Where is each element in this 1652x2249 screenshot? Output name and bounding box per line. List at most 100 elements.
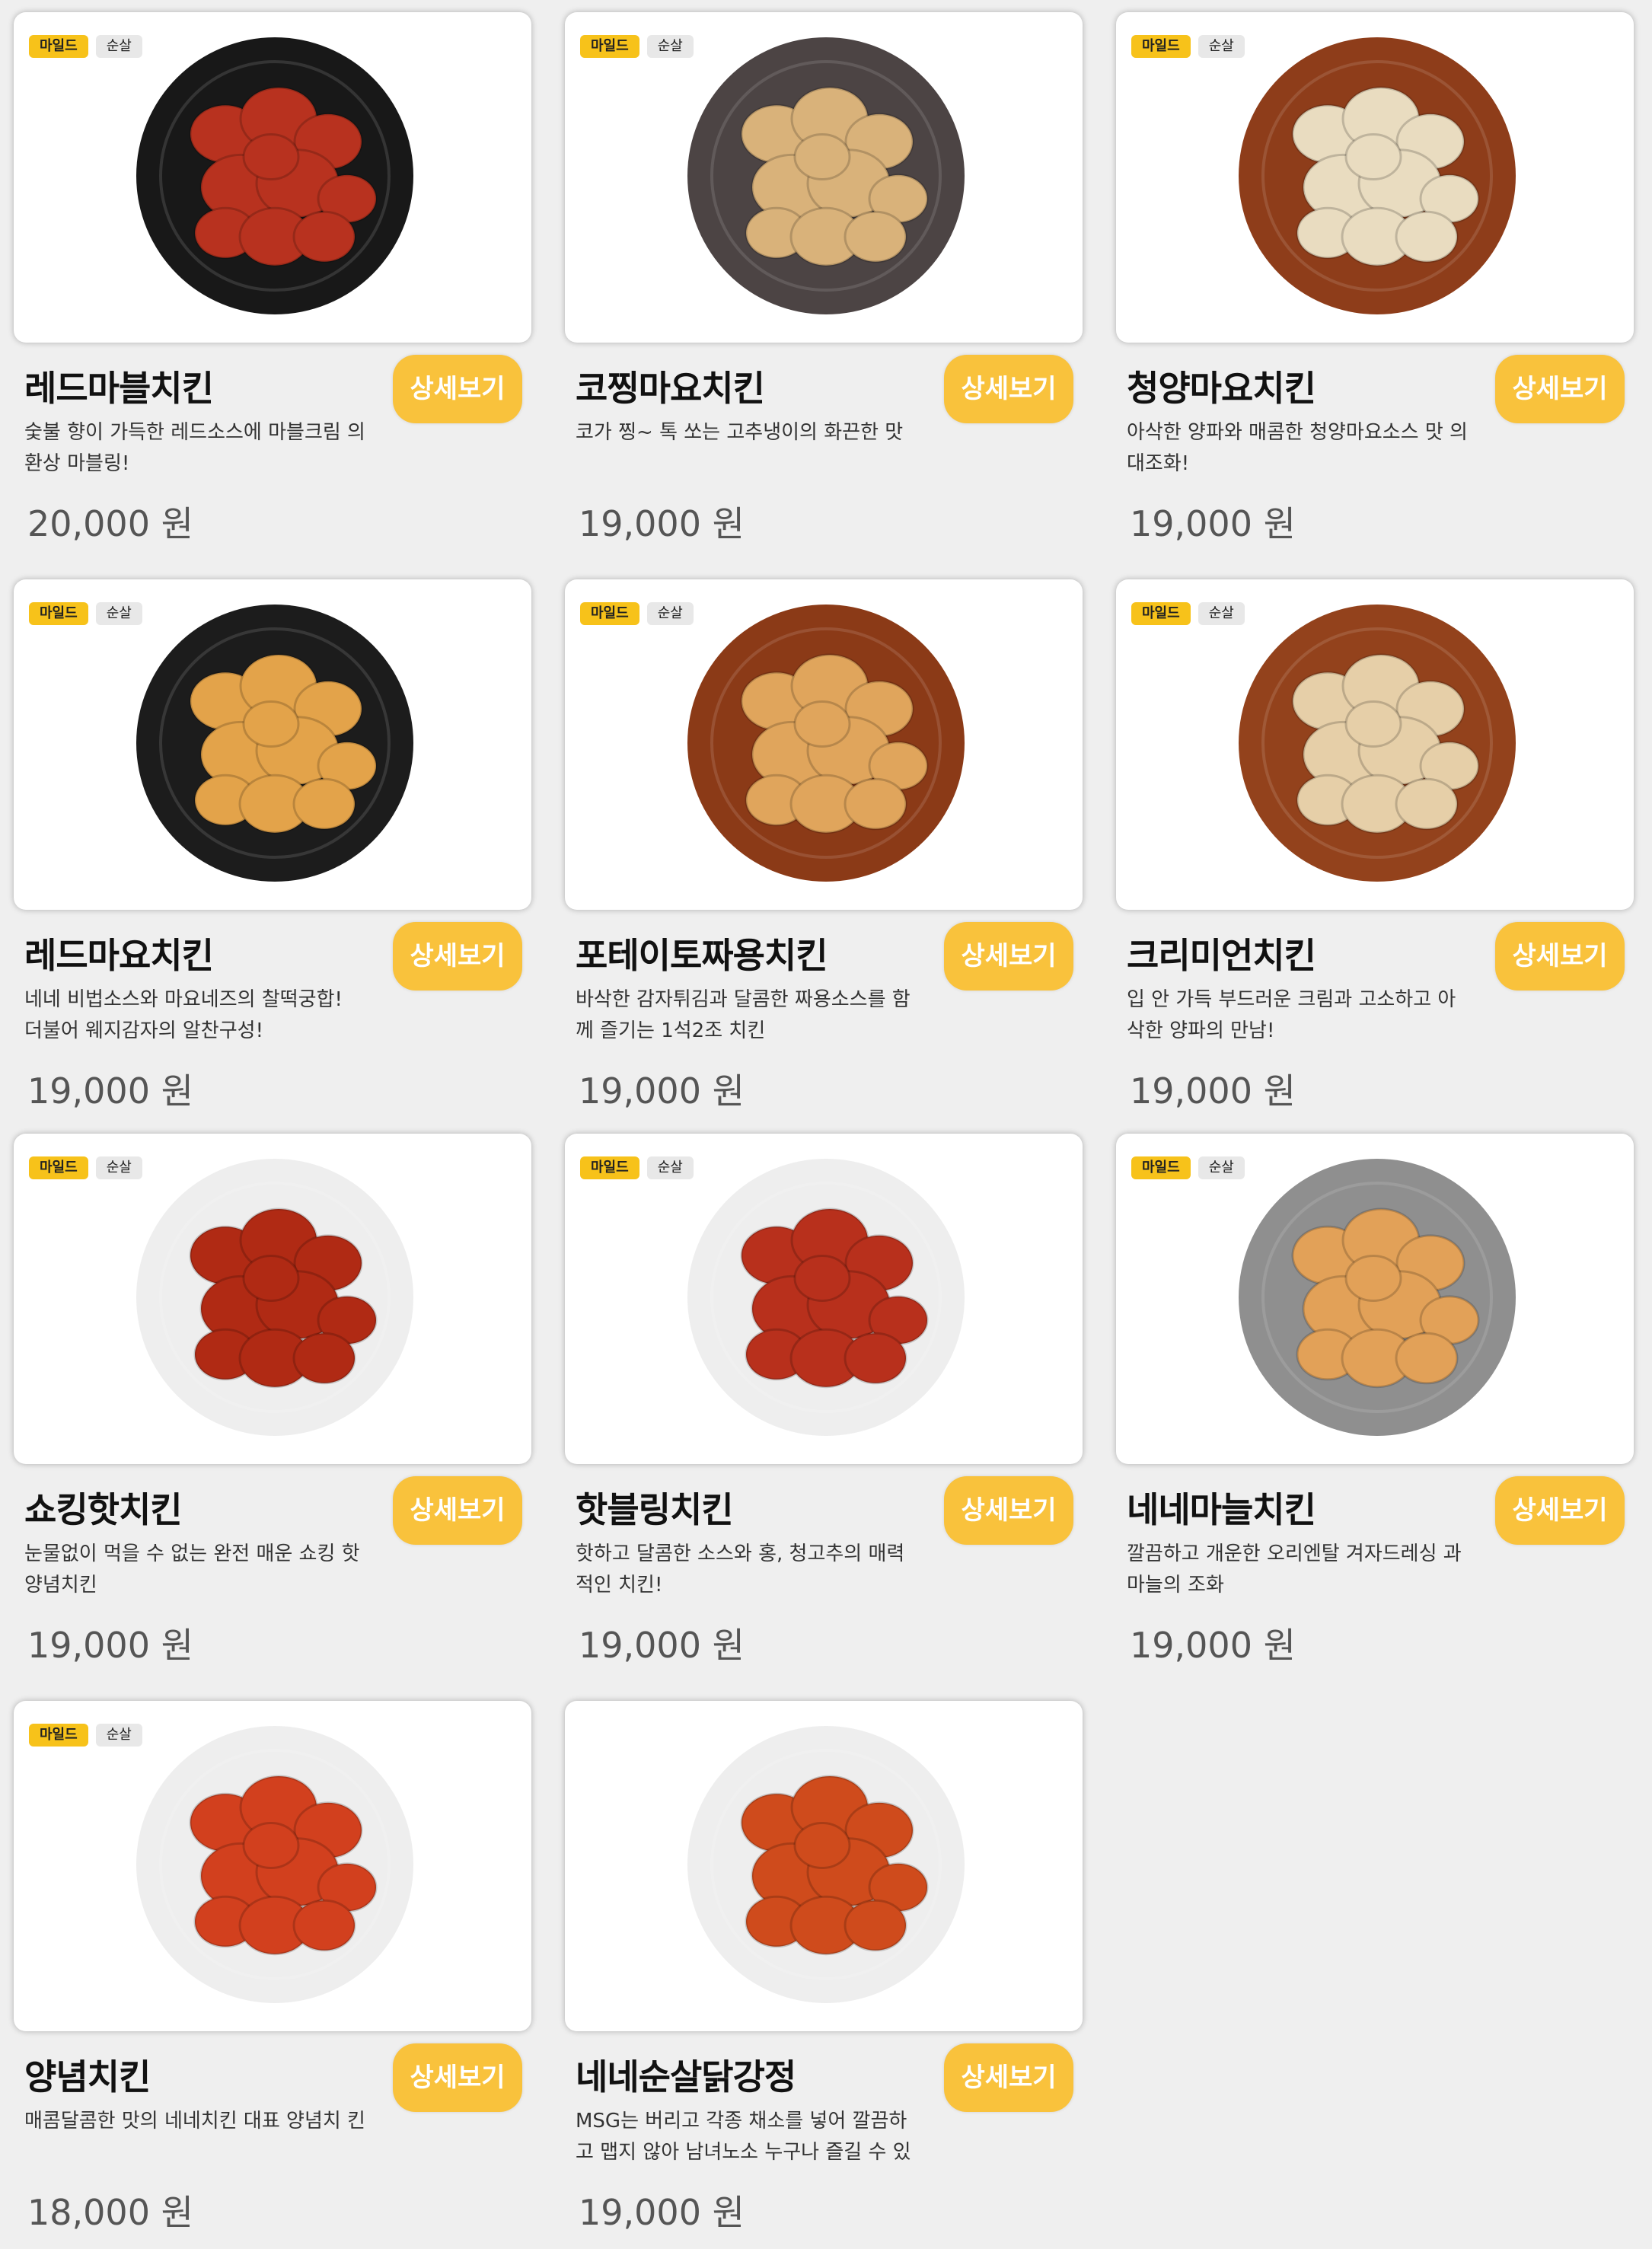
tag-list: 마일드 순살 <box>29 602 142 625</box>
tag-list: 마일드 순살 <box>29 1724 142 1747</box>
chicken-plate-image <box>687 37 965 314</box>
detail-button[interactable]: 상세보기 <box>1495 355 1625 423</box>
product-name: 쇼킹핫치킨 <box>24 1489 183 1530</box>
product-image[interactable]: 마일드 순살 <box>1116 1134 1634 1464</box>
product-name: 청양마요치킨 <box>1127 368 1316 409</box>
product-image[interactable]: 마일드 순살 <box>1116 12 1634 343</box>
chicken-piece <box>242 132 300 181</box>
chicken-piece <box>1395 777 1459 831</box>
chicken-piece <box>793 1254 851 1303</box>
product-image[interactable]: 마일드 순살 <box>565 12 1083 343</box>
product-price: 19,000 원 <box>579 2192 745 2233</box>
chicken-piece <box>844 777 907 831</box>
product-card: 마일드 순살크리미언치킨입 안 가득 부드러운 크림과 고소하고 아삭한 양파의 … <box>1104 567 1634 1115</box>
tag-list: 마일드 순살 <box>580 602 694 625</box>
product-name: 네네순살닭강정 <box>576 2056 796 2097</box>
product-name: 크리미언치킨 <box>1127 935 1316 976</box>
product-name: 양념치킨 <box>24 2056 151 2097</box>
product-image[interactable]: 마일드 순살 <box>14 1701 531 2031</box>
chicken-piece <box>242 1821 300 1870</box>
chicken-piece <box>292 1899 356 1952</box>
product-description: 숯불 향이 가득한 레드소스에 마블크림 의환상 마블링! <box>24 421 365 475</box>
type-tag: 순살 <box>646 1156 694 1179</box>
chicken-piece <box>292 1332 356 1385</box>
chicken-plate-image <box>1239 1159 1516 1436</box>
detail-button[interactable]: 상세보기 <box>944 922 1073 991</box>
product-description: 깔끔하고 개운한 오리엔탈 겨자드레싱 과 마늘의 조화 <box>1127 1542 1462 1597</box>
product-image[interactable]: 마일드 순살 <box>565 1134 1083 1464</box>
product-price: 18,000 원 <box>27 2192 193 2233</box>
chicken-piece <box>844 1899 907 1952</box>
product-price: 19,000 원 <box>579 1070 745 1112</box>
type-tag: 순살 <box>95 1724 142 1747</box>
product-card: 네네순살닭강정 MSG는 버리고 각종 채소를 넣어 깔끔하고 맵지 않아 남녀노… <box>553 1689 1083 2237</box>
product-image[interactable]: 마일드 순살 <box>1116 579 1634 910</box>
chicken-plate-image <box>1239 605 1516 882</box>
product-card: 마일드 순살 쇼킹핫치킨 눈물없이 먹을 수 없는 완전 매운 쇼킹 핫양념치킨 19,… <box>2 1121 531 1670</box>
tag-list: 마일드 순살 <box>1131 1156 1245 1179</box>
chicken-piece <box>242 700 300 748</box>
chicken-plate-image <box>136 37 413 314</box>
type-tag: 순살 <box>95 35 142 58</box>
product-image[interactable]: 마일드 순살 <box>565 579 1083 910</box>
product-image[interactable]: 마일드 순살 <box>14 1134 531 1464</box>
type-tag: 순살 <box>646 35 694 58</box>
detail-button[interactable]: 상세보기 <box>393 922 522 991</box>
product-name: 핫블링치킨 <box>576 1489 734 1530</box>
product-grid: 마일드 순살 레드마블치킨 숯불 향이 가득한 레드소스에 마블크림 의환상 마블링!… <box>0 0 1652 2249</box>
chicken-piece <box>1344 132 1402 181</box>
detail-button[interactable]: 상세보기 <box>393 1476 522 1545</box>
detail-button[interactable]: 상세보기 <box>944 355 1073 423</box>
product-price: 20,000 원 <box>27 503 193 544</box>
spice-tag: 마일드 <box>580 35 639 58</box>
type-tag: 순살 <box>646 602 694 625</box>
product-name: 포테이토짜용치킨 <box>576 935 828 976</box>
product-description: 바삭한 감자튀김과 달콤한 짜용소스를 함께 즐기는 1석2조 치킨 <box>576 988 911 1042</box>
product-card: 마일드 순살 핫블링치킨 핫하고 달콤한 소스와 홍, 청고추의 매력적인 치킨! 19… <box>553 1121 1083 1670</box>
chicken-piece <box>292 210 356 263</box>
product-description: 입 안 가득 부드러운 크림과 고소하고 아삭한 양파의 만남! <box>1127 988 1456 1042</box>
type-tag: 순살 <box>95 1156 142 1179</box>
detail-button[interactable]: 상세보기 <box>393 355 522 423</box>
product-card: 마일드 순살코찡마요치킨코가 찡~ 톡 쏘는 고추냉이의 화끈한 맛 19,000 … <box>553 0 1083 548</box>
spice-tag: 마일드 <box>29 1156 88 1179</box>
product-card: 마일드 순살청양마요치킨아삭한 양파와 매콤한 청양마요소스 맛 의 대조화! 19… <box>1104 0 1634 548</box>
chicken-plate-image <box>687 1726 965 2003</box>
chicken-piece <box>1344 700 1402 748</box>
product-card: 마일드 순살 양념치킨 매콤달콤한 맛의 네네치킨 대표 양념치 킨 18,000 원 상… <box>2 1689 531 2237</box>
product-description: 코가 찡~ 톡 쏘는 고추냉이의 화끈한 맛 <box>576 421 904 444</box>
spice-tag: 마일드 <box>29 602 88 625</box>
detail-button[interactable]: 상세보기 <box>393 2043 522 2112</box>
detail-button[interactable]: 상세보기 <box>944 2043 1073 2112</box>
chicken-plate-image <box>687 1159 965 1436</box>
tag-list: 마일드 순살 <box>580 35 694 58</box>
product-image[interactable]: 마일드 순살 <box>14 579 531 910</box>
type-tag: 순살 <box>1198 35 1245 58</box>
chicken-plate-image <box>136 605 413 882</box>
spice-tag: 마일드 <box>1131 602 1191 625</box>
product-card: 마일드 순살레드마블치킨숯불 향이 가득한 레드소스에 마블크림 의환상 마블링!… <box>2 0 531 548</box>
spice-tag: 마일드 <box>29 35 88 58</box>
spice-tag: 마일드 <box>29 1724 88 1747</box>
chicken-plate-image <box>136 1726 413 2003</box>
product-price: 19,000 원 <box>27 1625 193 1666</box>
product-price: 19,000 원 <box>1130 503 1296 544</box>
detail-button[interactable]: 상세보기 <box>944 1476 1073 1545</box>
product-name: 코찡마요치킨 <box>576 368 765 409</box>
type-tag: 순살 <box>1198 602 1245 625</box>
detail-button[interactable]: 상세보기 <box>1495 1476 1625 1545</box>
chicken-piece <box>793 1821 851 1870</box>
chicken-piece <box>793 700 851 748</box>
product-card: 마일드 순살 네네마늘치킨 깔끔하고 개운한 오리엔탈 겨자드레싱 과 마늘의 조화 1… <box>1104 1121 1634 1670</box>
product-image[interactable] <box>565 1701 1083 2031</box>
product-image[interactable]: 마일드 순살 <box>14 12 531 343</box>
product-description: 아삭한 양파와 매콤한 청양마요소스 맛 의 대조화! <box>1127 421 1468 475</box>
type-tag: 순살 <box>95 602 142 625</box>
tag-list: 마일드 순살 <box>1131 602 1245 625</box>
chicken-plate-image <box>687 605 965 882</box>
tag-list: 마일드 순살 <box>1131 35 1245 58</box>
product-price: 19,000 원 <box>579 503 745 544</box>
product-name: 레드마블치킨 <box>24 368 214 409</box>
product-name: 네네마늘치킨 <box>1127 1489 1316 1530</box>
detail-button[interactable]: 상세보기 <box>1495 922 1625 991</box>
